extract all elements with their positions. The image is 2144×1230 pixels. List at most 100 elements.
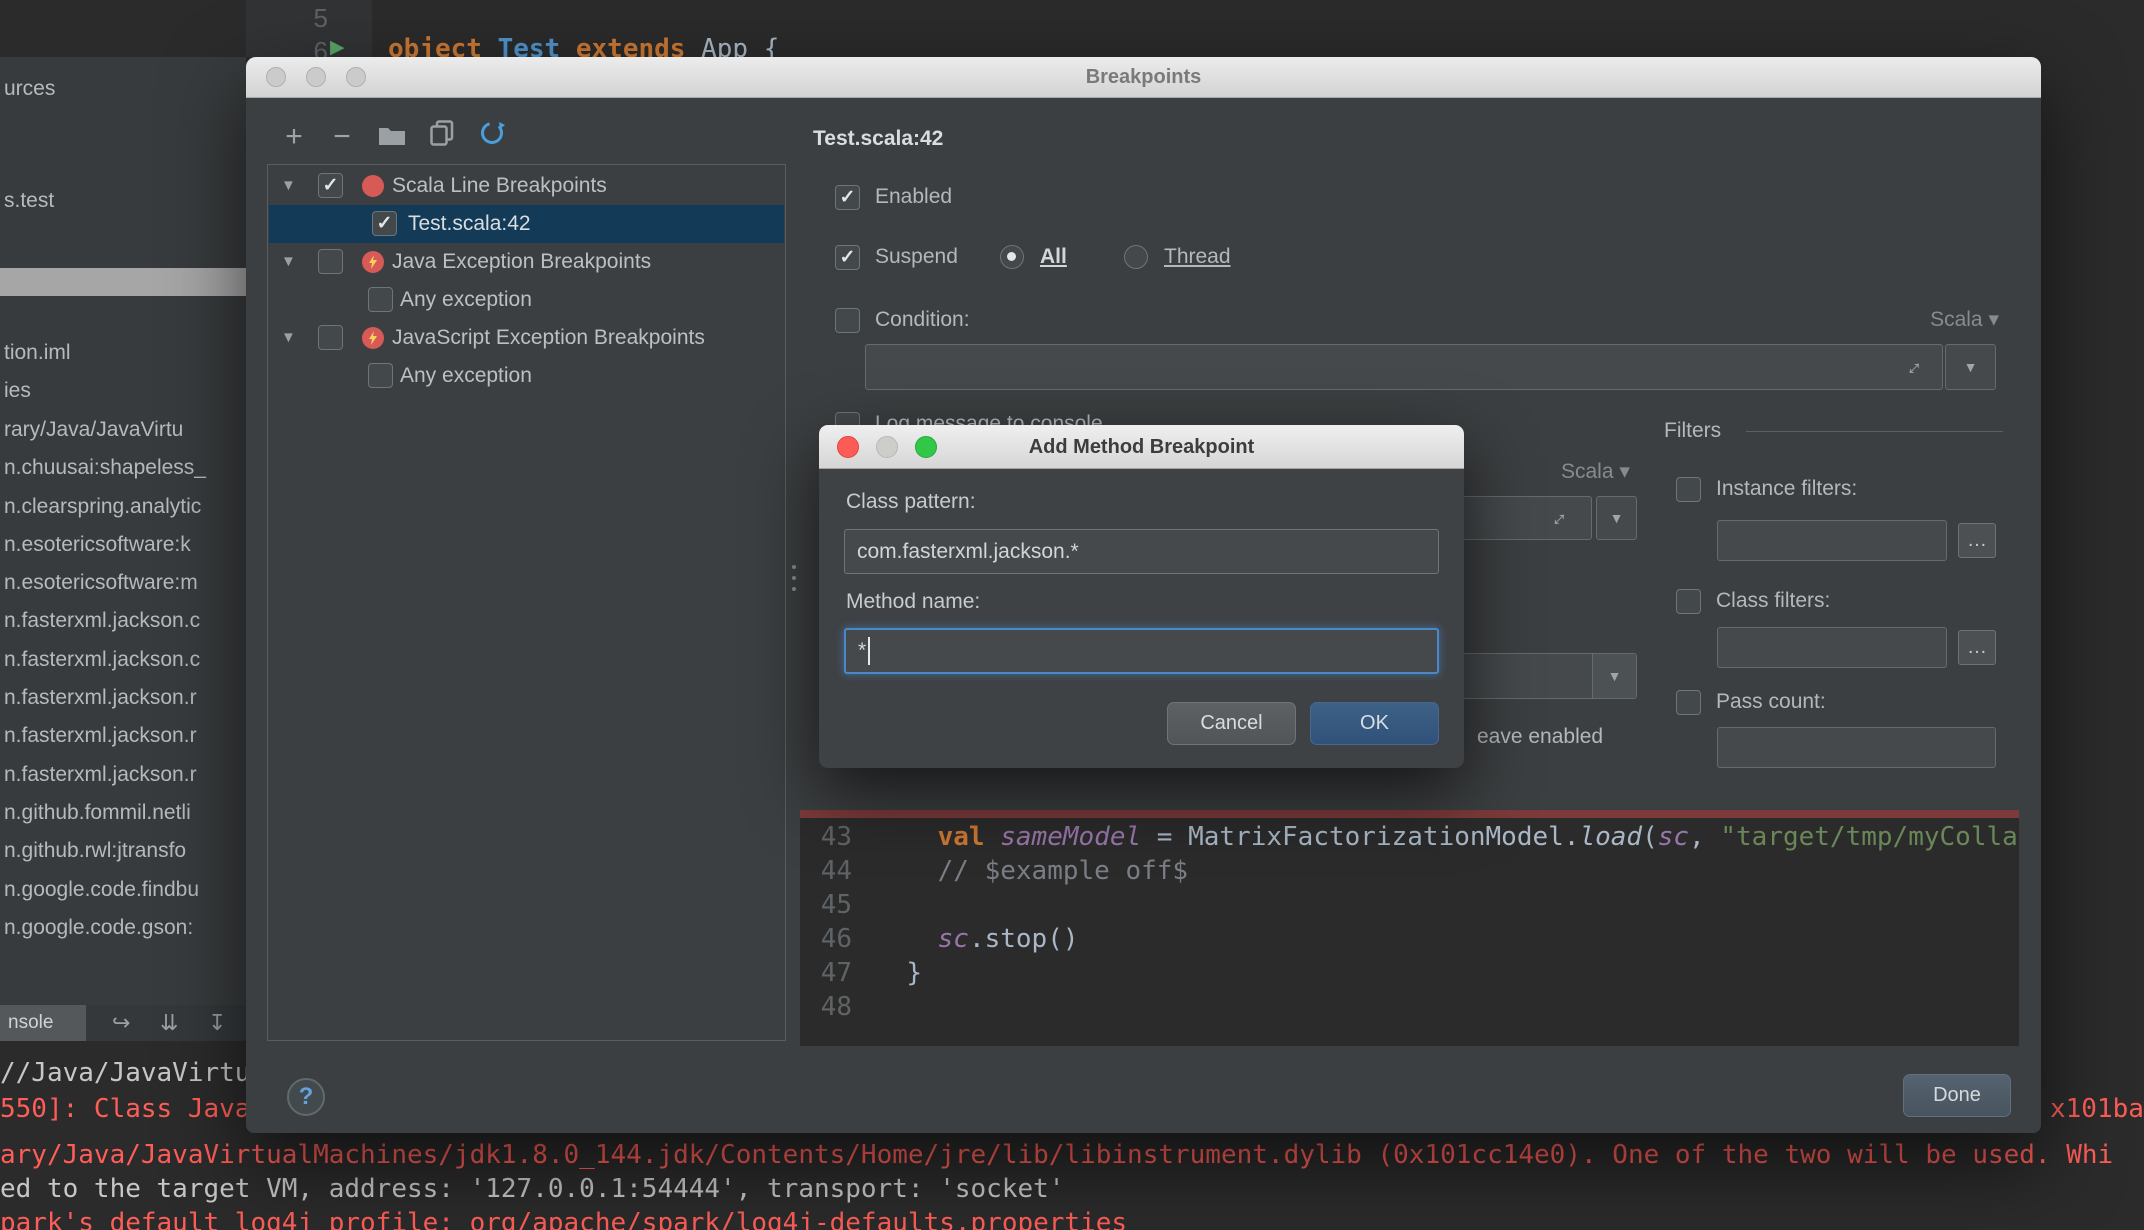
enabled-label: Enabled xyxy=(875,183,952,211)
library-item[interactable]: n.fasterxml.jackson.c xyxy=(4,602,246,640)
copy-icon[interactable] xyxy=(422,117,462,157)
done-button[interactable]: Done xyxy=(1903,1074,2011,1117)
editor-gutter: 5 6 xyxy=(246,0,372,57)
condition-label: Condition: xyxy=(875,306,970,334)
cancel-button[interactable]: Cancel xyxy=(1167,702,1296,745)
class-filters-label: Class filters: xyxy=(1716,587,1830,615)
run-icon[interactable]: ▶ xyxy=(330,36,345,57)
class-filters-input[interactable] xyxy=(1717,627,1947,668)
enabled-checkbox[interactable]: ✓ xyxy=(835,185,860,210)
class-filters-checkbox[interactable] xyxy=(1676,589,1701,614)
code-row: 45 xyxy=(800,888,2019,922)
chevron-down-icon[interactable]: ▼ xyxy=(281,243,296,281)
soft-wrap-icon[interactable]: ↪ xyxy=(112,1005,130,1041)
pass-count-label: Pass count: xyxy=(1716,688,1826,716)
library-item[interactable]: n.github.fommil.netli xyxy=(4,794,246,832)
pass-count-input[interactable] xyxy=(1717,727,1996,768)
suspend-checkbox[interactable]: ✓ xyxy=(835,245,860,270)
group-checkbox[interactable] xyxy=(318,325,343,350)
group-by-folder-icon[interactable] xyxy=(372,117,412,157)
suspend-all-label: All xyxy=(1040,243,1067,271)
library-item[interactable]: n.esotericsoftware:k xyxy=(4,526,246,564)
chevron-down-icon[interactable]: ▼ xyxy=(281,319,296,357)
condition-checkbox[interactable] xyxy=(835,308,860,333)
suspend-all-radio[interactable] xyxy=(1000,245,1024,269)
console-line: ary/Java/JavaVirtualMachines/jdk1.8.0_14… xyxy=(0,1140,2113,1170)
class-filters-browse-button[interactable]: … xyxy=(1958,630,1996,665)
breakpoint-detail-title: Test.scala:42 xyxy=(813,125,943,153)
ide-screen: 5 6 ▶ object Test extends App { urces s.… xyxy=(0,0,2144,1230)
library-list: rary/Java/JavaVirtu n.chuusai:shapeless_… xyxy=(4,411,246,947)
ok-button[interactable]: OK xyxy=(1310,702,1439,745)
code-row: 43 val sameModel = MatrixFactorizationMo… xyxy=(800,820,2019,854)
console-line: ed to the target VM, address: '127.0.0.1… xyxy=(0,1174,1064,1204)
instance-filters-input[interactable] xyxy=(1717,520,1947,561)
remove-breakpoint-button[interactable]: − xyxy=(322,117,362,157)
tree-item-test-scala-42[interactable]: ✓ Test.scala:42 xyxy=(269,205,784,243)
pass-count-checkbox[interactable] xyxy=(1676,690,1701,715)
library-item[interactable]: n.esotericsoftware:m xyxy=(4,564,246,602)
library-item[interactable]: n.clearspring.analytic xyxy=(4,488,246,526)
code-row: 47 } xyxy=(800,956,2019,990)
library-item[interactable]: n.fasterxml.jackson.r xyxy=(4,679,246,717)
item-checkbox[interactable] xyxy=(368,363,393,388)
console-tab[interactable]: nsole xyxy=(0,1005,86,1041)
method-name-value: * xyxy=(858,639,866,663)
library-item[interactable]: rary/Java/JavaVirtu xyxy=(4,411,246,449)
library-item[interactable]: n.github.rwl:jtransfo xyxy=(4,832,246,870)
text-caret xyxy=(868,637,870,665)
filters-divider xyxy=(1746,431,2003,432)
condition-input[interactable] xyxy=(865,344,1943,390)
tree-item-any-exception[interactable]: Any exception xyxy=(269,357,784,395)
library-item[interactable]: n.google.code.gson: xyxy=(4,909,246,947)
tree-item-any-exception[interactable]: Any exception xyxy=(269,281,784,319)
line-number: 6 xyxy=(268,35,328,57)
library-item[interactable]: n.fasterxml.jackson.r xyxy=(4,717,246,755)
console-line: 550]: Class Java xyxy=(0,1094,250,1124)
sync-icon[interactable] xyxy=(472,117,512,157)
tree-group-scala-line[interactable]: ▼ ✓ Scala Line Breakpoints xyxy=(269,167,784,205)
chevron-down-icon[interactable]: ▼ xyxy=(281,167,296,205)
instance-filters-checkbox[interactable] xyxy=(1676,477,1701,502)
project-item[interactable]: urces xyxy=(4,70,246,108)
item-checkbox[interactable] xyxy=(368,287,393,312)
group-checkbox[interactable] xyxy=(318,249,343,274)
splitter-handle[interactable] xyxy=(792,565,798,605)
suspend-thread-radio[interactable] xyxy=(1124,245,1148,269)
project-item[interactable]: tion.iml xyxy=(4,334,246,372)
breakpoints-tree: ▼ ✓ Scala Line Breakpoints ✓ Test.scala:… xyxy=(267,164,786,1041)
add-breakpoint-button[interactable]: + xyxy=(274,117,314,157)
log-language-selector[interactable]: Scala ▾ xyxy=(1561,458,1630,486)
tree-group-java-exception[interactable]: ▼ Java Exception Breakpoints xyxy=(269,243,784,281)
project-panel: urces s.test tion.iml ies rary/Java/Java… xyxy=(0,57,246,1041)
suspend-label: Suspend xyxy=(875,243,958,271)
leave-enabled-label-fragment: eave enabled xyxy=(1477,723,1603,751)
instance-filters-label: Instance filters: xyxy=(1716,475,1857,503)
add-method-breakpoint-dialog: Add Method Breakpoint Class pattern: com… xyxy=(819,425,1464,768)
method-name-input[interactable]: * xyxy=(844,628,1439,674)
library-item[interactable]: n.fasterxml.jackson.r xyxy=(4,756,246,794)
class-pattern-input[interactable]: com.fasterxml.jackson.* xyxy=(844,529,1439,574)
scroll-down-icon[interactable]: ⇊ xyxy=(160,1005,178,1041)
exception-breakpoint-icon xyxy=(362,251,384,273)
combobox-arrow[interactable]: ▼ xyxy=(1592,654,1636,698)
help-button[interactable]: ? xyxy=(287,1078,325,1116)
condition-language-selector[interactable]: Scala ▾ xyxy=(1930,306,1999,334)
suspend-thread-label: Thread xyxy=(1164,243,1231,271)
project-item[interactable]: ies xyxy=(4,372,246,410)
project-item[interactable]: s.test xyxy=(4,182,246,220)
group-checkbox[interactable]: ✓ xyxy=(318,173,343,198)
condition-history-dropdown[interactable]: ▼ xyxy=(1945,344,1996,390)
library-item[interactable]: n.google.code.findbu xyxy=(4,871,246,909)
method-name-label: Method name: xyxy=(846,588,980,616)
exception-breakpoint-icon xyxy=(362,327,384,349)
item-checkbox[interactable]: ✓ xyxy=(372,211,397,236)
tree-group-javascript-exception[interactable]: ▼ JavaScript Exception Breakpoints xyxy=(269,319,784,357)
library-item[interactable]: n.chuusai:shapeless_ xyxy=(4,449,246,487)
scroll-to-end-icon[interactable]: ↧ xyxy=(208,1005,226,1041)
library-item[interactable]: n.fasterxml.jackson.c xyxy=(4,641,246,679)
filters-title: Filters xyxy=(1664,417,1721,445)
log-history-dropdown[interactable]: ▼ xyxy=(1596,496,1637,540)
class-pattern-label: Class pattern: xyxy=(846,488,976,516)
instance-filters-browse-button[interactable]: … xyxy=(1958,523,1996,558)
